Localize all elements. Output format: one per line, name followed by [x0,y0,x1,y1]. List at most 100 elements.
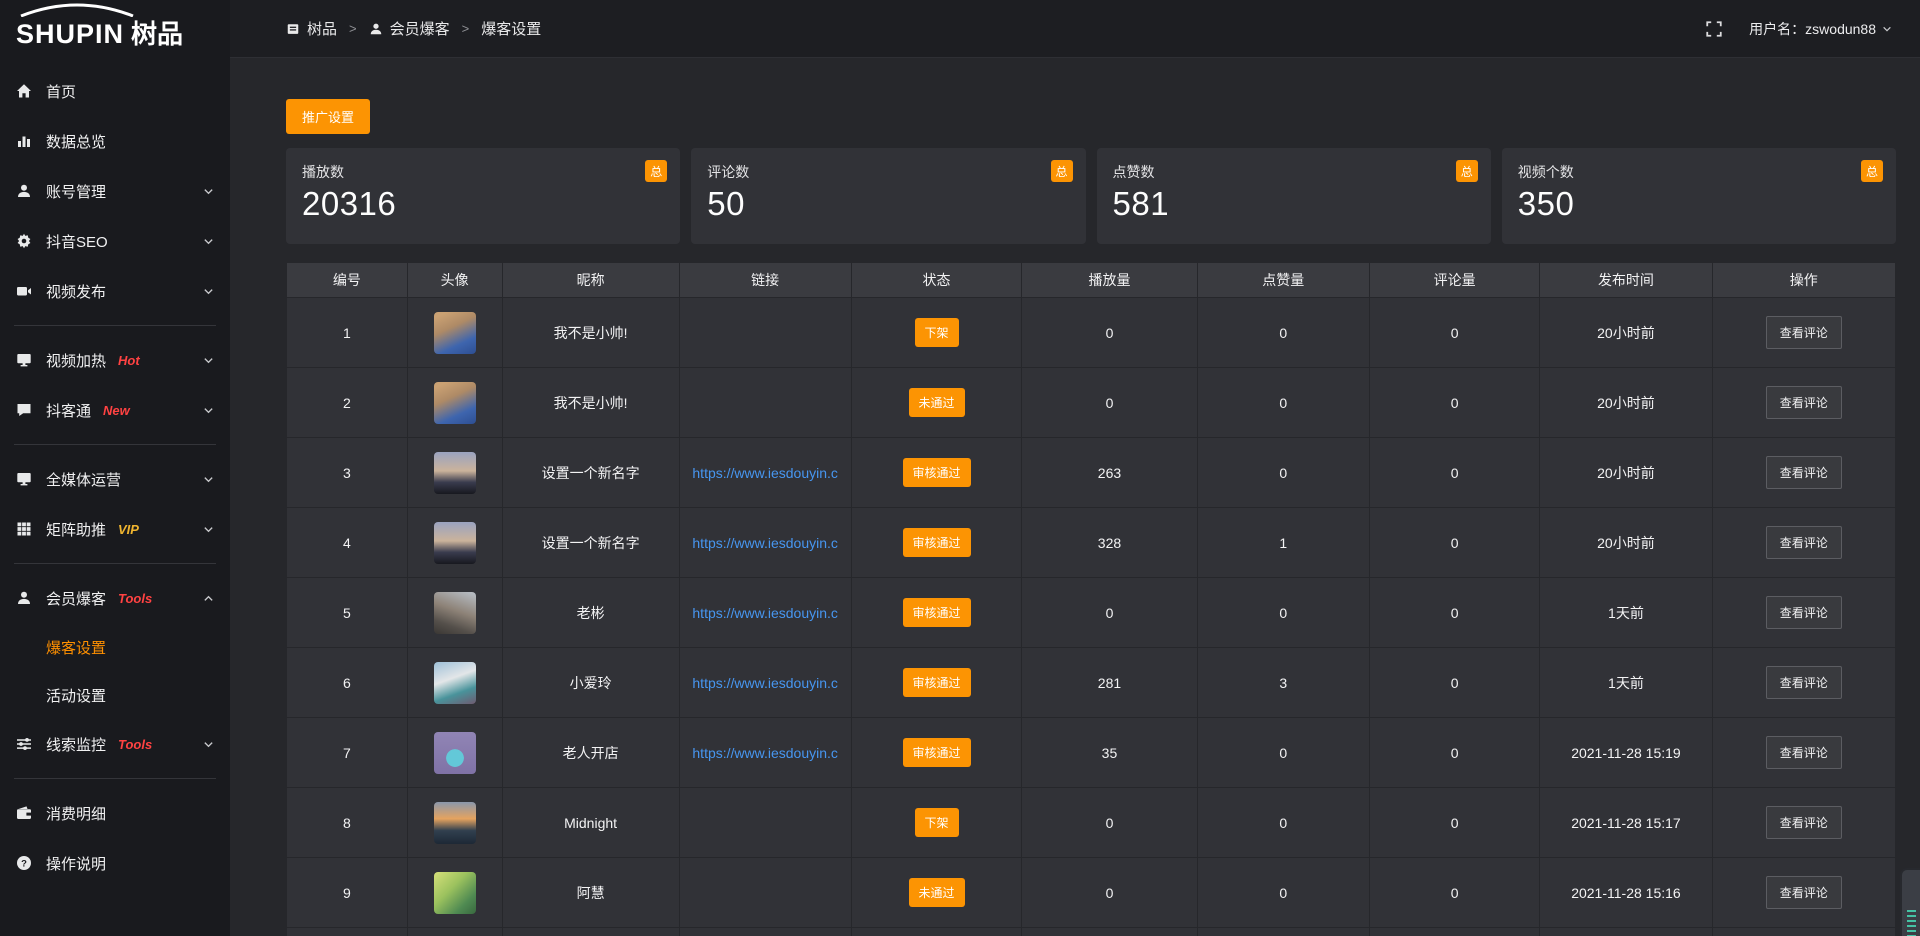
sidebar-item-clue-monitor[interactable]: 线索监控 Tools [0,719,230,769]
cell-nickname: Midnight [502,788,679,858]
promo-settings-button[interactable]: 推广设置 [286,99,370,134]
avatar [434,522,476,564]
breadcrumb-item[interactable]: 爆客设置 [481,18,541,39]
sidebar-item-label: 抖客通 [46,400,91,421]
member-icon [16,590,32,606]
table-row: 7 老人开店 https://www.iesdouyin.c 审核通过 35 0… [287,718,1896,788]
sidebar-subitem-activity-settings[interactable]: 活动设置 [0,671,230,719]
view-comments-button[interactable]: 查看评论 [1766,526,1842,559]
column-header: 发布时间 [1540,263,1712,298]
sidebar-item-media-operation[interactable]: 全媒体运营 [0,454,230,504]
view-comments-button[interactable]: 查看评论 [1766,386,1842,419]
sidebar-item-data-overview[interactable]: 数据总览 [0,116,230,166]
table-body: 1 我不是小帅! 下架 0 0 0 20小时前 查看评论 2 我不是小帅! 未通… [287,298,1896,936]
sidebar-item-douyin-seo[interactable]: 抖音SEO [0,216,230,266]
sidebar-item-home[interactable]: 首页 [0,66,230,116]
wallet-icon [16,805,32,821]
status-badge[interactable]: 审核通过 [903,668,971,697]
view-comments-button[interactable]: 查看评论 [1766,876,1842,909]
cell-plays: 328 [1022,508,1197,578]
avatar [434,802,476,844]
content: 推广设置 播放数 总 20316 评论数 总 50 点赞数 总 581 视频个数… [230,58,1920,936]
cell-status: 审核通过 [851,578,1022,648]
sidebar-item-video-heat[interactable]: 视频加热 Hot [0,335,230,385]
topbar: 树品>会员爆客>爆客设置 用户名：zswodun88 [230,0,1920,58]
table-row: 5 老彬 https://www.iesdouyin.c 审核通过 0 0 0 … [287,578,1896,648]
sidebar-item-label: 账号管理 [46,181,106,202]
app-icon [286,22,300,36]
cell-avatar [407,508,502,578]
cell-link [679,368,851,438]
user-dropdown[interactable]: 用户名：zswodun88 [1749,19,1892,39]
column-header: 头像 [407,263,502,298]
stat-card: 播放数 总 20316 [286,148,680,244]
floating-widget[interactable] [1900,868,1920,936]
cell-nickname: 我不是小帅! [502,298,679,368]
chart-icon [16,133,32,149]
view-comments-button[interactable]: 查看评论 [1766,736,1842,769]
sidebar-item-label: 抖音SEO [46,231,108,252]
cell-status [851,928,1022,936]
cell-comments: 0 [1369,508,1540,578]
video-link[interactable]: https://www.iesdouyin.c [692,535,838,551]
cell-nickname [502,928,679,936]
sidebar-item-member-baoke[interactable]: 会员爆客 Tools [0,573,230,623]
view-comments-button[interactable]: 查看评论 [1766,666,1842,699]
breadcrumb-separator: > [349,21,357,36]
monitor-icon [16,471,32,487]
table-row [287,928,1896,936]
sidebar-item-video-publish[interactable]: 视频发布 [0,266,230,316]
sidebar-subitem-baoke-settings[interactable]: 爆客设置 [0,623,230,671]
widget-stripes-icon [1907,910,1916,936]
view-comments-button[interactable]: 查看评论 [1766,596,1842,629]
fullscreen-icon[interactable] [1705,20,1723,38]
sidebar-item-consumption-detail[interactable]: 消费明细 [0,788,230,838]
video-link[interactable]: https://www.iesdouyin.c [692,605,838,621]
view-comments-button[interactable]: 查看评论 [1766,456,1842,489]
breadcrumb-item[interactable]: 会员爆客 [369,18,450,39]
chevron-down-icon [203,474,214,485]
status-badge[interactable]: 未通过 [909,878,965,907]
view-comments-button[interactable]: 查看评论 [1766,316,1842,349]
videos-table: 编号头像昵称链接状态播放量点赞量评论量发布时间操作 1 我不是小帅! 下架 0 … [286,262,1896,936]
status-badge[interactable]: 未通过 [909,388,965,417]
topbar-right: 用户名：zswodun88 [1705,19,1892,39]
view-comments-button[interactable]: 查看评论 [1766,806,1842,839]
table-row: 1 我不是小帅! 下架 0 0 0 20小时前 查看评论 [287,298,1896,368]
breadcrumb-label: 爆客设置 [481,18,541,39]
cell-avatar [407,438,502,508]
cell-id: 8 [287,788,408,858]
video-link[interactable]: https://www.iesdouyin.c [692,465,838,481]
column-header: 播放量 [1022,263,1197,298]
status-badge[interactable]: 下架 [915,318,959,347]
breadcrumb-item[interactable]: 树品 [286,18,337,39]
avatar [434,382,476,424]
sidebar-item-label: 首页 [46,81,76,102]
sidebar-item-label: 视频发布 [46,281,106,302]
status-badge[interactable]: 下架 [915,808,959,837]
status-badge[interactable]: 审核通过 [903,598,971,627]
cell-id: 9 [287,858,408,928]
sidebar-divider [14,778,216,779]
cell-comments: 0 [1369,788,1540,858]
status-badge[interactable]: 审核通过 [903,528,971,557]
cell-likes: 0 [1197,438,1369,508]
status-badge[interactable]: 审核通过 [903,458,971,487]
sidebar-item-doukationg[interactable]: 抖客通 New [0,385,230,435]
cell-time: 20小时前 [1540,508,1712,578]
video-link[interactable]: https://www.iesdouyin.c [692,745,838,761]
column-header: 状态 [851,263,1022,298]
status-badge[interactable]: 审核通过 [903,738,971,767]
stat-value: 581 [1113,185,1475,223]
cell-link [679,788,851,858]
sidebar-item-account-management[interactable]: 账号管理 [0,166,230,216]
sidebar-item-matrix-boost[interactable]: 矩阵助推 VIP [0,504,230,554]
table-row: 8 Midnight 下架 0 0 0 2021-11-28 15:17 查看评… [287,788,1896,858]
cell-nickname: 我不是小帅! [502,368,679,438]
cell-avatar [407,578,502,648]
sidebar-item-label: 全媒体运营 [46,469,121,490]
cell-action: 查看评论 [1712,578,1895,648]
sidebar-item-operation-guide[interactable]: 操作说明 [0,838,230,888]
cell-comments [1369,928,1540,936]
video-link[interactable]: https://www.iesdouyin.c [692,675,838,691]
